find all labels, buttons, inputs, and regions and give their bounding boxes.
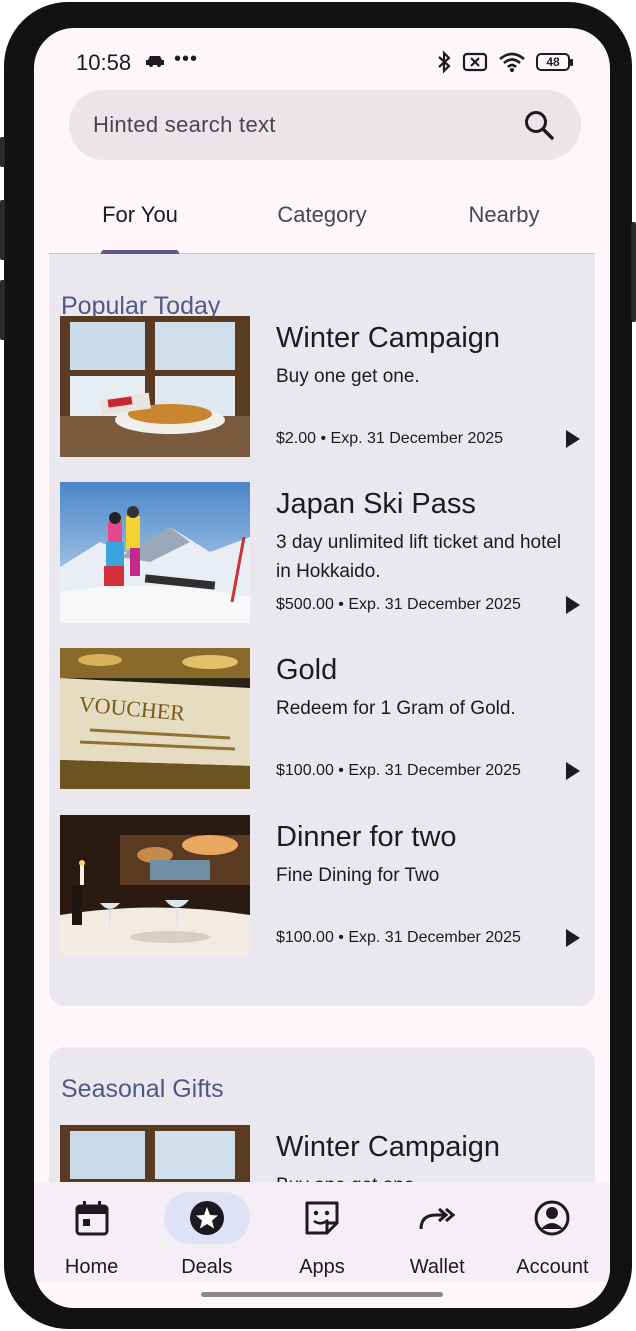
deal-description: Fine Dining for Two — [276, 865, 440, 886]
play-arrow-icon[interactable] — [566, 430, 580, 448]
tab-label: Category — [277, 202, 367, 227]
nav-wallet[interactable]: Wallet — [380, 1182, 495, 1282]
pastry-window-image — [60, 316, 250, 457]
sticker-icon — [305, 1201, 339, 1235]
more-notifications-icon: ••• — [174, 48, 199, 70]
status-bar: 10:58 ••• 48 — [34, 28, 610, 98]
wifi-icon — [499, 52, 525, 72]
deal-title: Winter Campaign — [276, 322, 501, 354]
section-popular-today: Popular Today Winter Campaign Buy one ge… — [49, 254, 595, 1006]
nav-label: Home — [64, 1256, 119, 1278]
deal-item-dinner-for-two[interactable]: Dinner for two Fine Dining for Two $100.… — [60, 815, 584, 957]
deal-description: 3 day unlimited lift ticket and hotel in… — [276, 532, 562, 582]
gold-voucher-image: VOUCHER — [60, 648, 250, 789]
side-button — [0, 137, 5, 167]
bluetooth-icon — [438, 50, 451, 74]
tab-bar: For You Category Nearby — [49, 188, 595, 254]
play-arrow-icon[interactable] — [566, 762, 580, 780]
deal-item-winter-campaign[interactable]: Winter Campaign Buy one get one. — [60, 1125, 584, 1182]
screen: 10:58 ••• 48 Hinted search text For You … — [34, 28, 610, 1308]
side-button — [0, 280, 5, 340]
search-bar[interactable]: Hinted search text — [69, 90, 581, 160]
home-indicator[interactable] — [201, 1292, 443, 1297]
car-icon — [146, 56, 164, 67]
deal-title: Winter Campaign — [276, 1131, 501, 1163]
tab-category[interactable]: Category — [231, 188, 413, 253]
tab-label: For You — [102, 202, 178, 227]
nav-deals[interactable]: Deals — [149, 1182, 264, 1282]
nav-label: Apps — [299, 1256, 345, 1278]
search-placeholder: Hinted search text — [93, 112, 276, 137]
account-circle-icon — [534, 1200, 570, 1236]
pastry-window-image — [60, 1125, 250, 1182]
deal-title: Japan Ski Pass — [276, 488, 476, 520]
tab-nearby[interactable]: Nearby — [413, 188, 595, 253]
nav-label: Deals — [181, 1256, 233, 1278]
content-scroll-area[interactable]: Popular Today Winter Campaign Buy one ge… — [34, 254, 610, 1182]
deal-description: Buy one get one. — [276, 1171, 576, 1182]
search-icon[interactable] — [521, 107, 557, 143]
deal-item-japan-ski-pass[interactable]: Japan Ski Pass 3 day unlimited lift tick… — [60, 482, 584, 624]
deal-price-expiry: $100.00 • Exp. 31 December 2025 — [276, 929, 521, 946]
deal-title: Dinner for two — [276, 821, 457, 853]
deal-price-expiry: $2.00 • Exp. 31 December 2025 — [276, 430, 504, 447]
nav-label: Account — [516, 1256, 589, 1278]
phone-frame: 10:58 ••• 48 Hinted search text For You … — [0, 2, 636, 1329]
deal-description: Redeem for 1 Gram of Gold. — [276, 698, 516, 719]
deal-title: Gold — [276, 654, 338, 686]
restaurant-table-image — [60, 815, 250, 956]
nav-apps[interactable]: Apps — [264, 1182, 379, 1282]
bottom-navigation: Home Deals Apps Wallet Account — [34, 1182, 610, 1282]
star-icon — [189, 1201, 224, 1235]
deal-item-winter-campaign[interactable]: Winter Campaign Buy one get one. $2.00 •… — [60, 316, 584, 458]
play-arrow-icon[interactable] — [566, 596, 580, 614]
forward-arrows-icon — [419, 1207, 456, 1230]
section-seasonal-gifts: Seasonal Gifts Winter Campaign Buy one g… — [49, 1047, 595, 1182]
status-icons: 48 — [436, 50, 573, 74]
status-time: 10:58 — [76, 50, 132, 75]
section-title: Seasonal Gifts — [61, 1075, 224, 1103]
power-button — [631, 222, 636, 322]
tab-label: Nearby — [468, 202, 540, 227]
deal-price-expiry: $100.00 • Exp. 31 December 2025 — [276, 762, 521, 779]
deal-item-gold[interactable]: VOUCHER Gold Redeem for 1 Gram of Gold. … — [60, 648, 584, 790]
deal-description: Buy one get one. — [276, 366, 420, 387]
no-sim-icon — [462, 52, 488, 72]
nav-account[interactable]: Account — [495, 1182, 610, 1282]
tab-for-you[interactable]: For You — [49, 188, 231, 254]
skiers-mountain-image — [60, 482, 250, 623]
battery-icon: 48 — [536, 53, 573, 71]
calendar-icon — [75, 1201, 109, 1236]
nav-home[interactable]: Home — [34, 1182, 149, 1282]
play-arrow-icon[interactable] — [566, 929, 580, 947]
side-button — [0, 200, 5, 260]
nav-label: Wallet — [409, 1256, 465, 1278]
deal-price-expiry: $500.00 • Exp. 31 December 2025 — [276, 596, 521, 613]
